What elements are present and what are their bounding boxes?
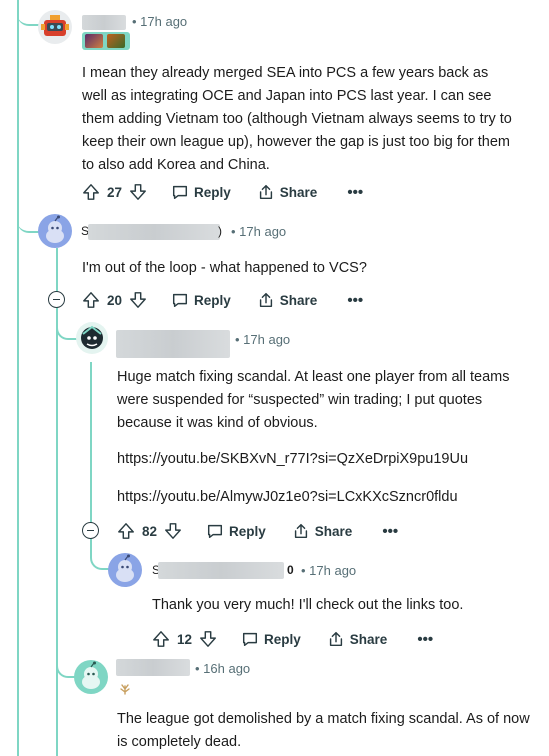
- downvote-icon[interactable]: [164, 522, 182, 540]
- comment-time: • 17h ago: [235, 332, 291, 347]
- share-icon: [294, 523, 307, 539]
- avatar[interactable]: [38, 214, 72, 248]
- more-options-button[interactable]: •••: [382, 523, 398, 540]
- robot-avatar-icon: [41, 15, 69, 36]
- more-dots-icon: •••: [347, 183, 364, 201]
- share-label: Share: [349, 631, 388, 647]
- avatar[interactable]: [74, 660, 108, 694]
- reply-button[interactable]: Reply: [171, 291, 231, 309]
- reply-label: Reply: [264, 631, 301, 647]
- vote-count: 20: [107, 292, 123, 308]
- avatar[interactable]: [108, 553, 142, 587]
- vote-group: 12: [152, 630, 217, 648]
- more-options-button[interactable]: •••: [417, 631, 433, 648]
- downvote-icon[interactable]: [129, 183, 147, 201]
- champion-flair-icon: [85, 34, 103, 48]
- upvote-icon[interactable]: [82, 291, 100, 309]
- reply-bubble-icon: [173, 293, 188, 308]
- username-suffix[interactable]: ): [218, 224, 222, 238]
- reply-button[interactable]: Reply: [206, 522, 266, 540]
- character-avatar-icon: [81, 325, 103, 349]
- comment-body: I mean they already merged SEA into PCS …: [82, 65, 512, 173]
- thread-connector-c1: [17, 0, 39, 26]
- share-button[interactable]: Share: [257, 291, 318, 309]
- reply-label: Reply: [194, 292, 231, 308]
- vote-group: 27: [82, 183, 147, 201]
- flair-badge: [82, 32, 130, 50]
- snoo-avatar-icon: [82, 661, 100, 689]
- share-label: Share: [279, 184, 318, 200]
- reply-bubble-icon: [173, 185, 188, 200]
- comment-time: • 17h ago: [301, 563, 357, 578]
- share-icon: [259, 292, 272, 308]
- share-icon: [329, 631, 342, 647]
- more-dots-icon: •••: [382, 522, 399, 540]
- comment-time: • 17h ago: [132, 14, 188, 29]
- comment-body: I'm out of the loop - what happened to V…: [82, 260, 367, 276]
- vote-count: 82: [142, 523, 158, 539]
- champion-flair-icon: [107, 34, 125, 48]
- thread-line-root: [17, 0, 19, 756]
- reply-label: Reply: [229, 523, 266, 539]
- thread-connector-c2: [17, 210, 39, 233]
- collapse-thread-button[interactable]: [48, 291, 65, 308]
- comment-body: The league got demolished by a match fix…: [117, 711, 530, 750]
- reply-button[interactable]: Reply: [171, 183, 231, 201]
- collapse-minus-icon: [53, 298, 60, 301]
- collapse-minus-icon: [87, 529, 94, 532]
- vote-count: 12: [177, 631, 193, 647]
- comment-actions: 27 Reply Share •••: [82, 180, 363, 204]
- reply-button[interactable]: Reply: [241, 630, 301, 648]
- wheat-flair-icon: [118, 681, 132, 695]
- comment-body: Huge match fixing scandal. At least one …: [117, 369, 510, 431]
- more-dots-icon: •••: [417, 630, 434, 648]
- more-options-button[interactable]: •••: [347, 292, 363, 309]
- username-suffix[interactable]: 0: [287, 563, 294, 577]
- downvote-icon[interactable]: [199, 630, 217, 648]
- share-button[interactable]: Share: [292, 522, 353, 540]
- username-redacted[interactable]: [88, 224, 220, 240]
- share-icon: [259, 184, 272, 200]
- share-button[interactable]: Share: [327, 630, 388, 648]
- username-redacted[interactable]: [116, 330, 230, 358]
- avatar[interactable]: [76, 322, 108, 354]
- snoo-avatar-icon: [116, 554, 134, 582]
- username-redacted[interactable]: [82, 15, 126, 30]
- thread-connector-c5: [56, 650, 76, 678]
- downvote-icon[interactable]: [129, 291, 147, 309]
- snoo-avatar-icon: [46, 215, 64, 243]
- comment-time: • 17h ago: [231, 224, 287, 239]
- share-button[interactable]: Share: [257, 183, 318, 201]
- share-label: Share: [279, 292, 318, 308]
- reply-bubble-icon: [208, 524, 223, 539]
- avatar[interactable]: [38, 10, 72, 44]
- more-options-button[interactable]: •••: [347, 184, 363, 201]
- vote-group: 20: [82, 291, 147, 309]
- reply-label: Reply: [194, 184, 231, 200]
- comment-actions: 12 Reply Share •••: [152, 627, 433, 651]
- comment-link[interactable]: https://youtu.be/SKBXvN_r77I?si=QzXeDrpi…: [117, 451, 468, 467]
- collapse-thread-button[interactable]: [82, 522, 99, 539]
- vote-group: 82: [117, 522, 182, 540]
- upvote-icon[interactable]: [117, 522, 135, 540]
- comment-link[interactable]: https://youtu.be/AlmywJ0z1e0?si=LCxKXcSz…: [117, 489, 458, 505]
- username-redacted[interactable]: [116, 659, 190, 676]
- vote-count: 27: [107, 184, 123, 200]
- upvote-icon[interactable]: [82, 183, 100, 201]
- comment-actions: 82 Reply Share •••: [117, 519, 398, 543]
- comment-body: Thank you very much! I'll check out the …: [152, 597, 464, 613]
- comment-time: • 16h ago: [195, 661, 251, 676]
- username-redacted[interactable]: [158, 562, 284, 579]
- share-label: Share: [314, 523, 353, 539]
- more-dots-icon: •••: [347, 291, 364, 309]
- reply-bubble-icon: [243, 632, 258, 647]
- comment-actions: 20 Reply Share •••: [82, 288, 363, 312]
- thread-line-c3: [90, 362, 92, 542]
- upvote-icon[interactable]: [152, 630, 170, 648]
